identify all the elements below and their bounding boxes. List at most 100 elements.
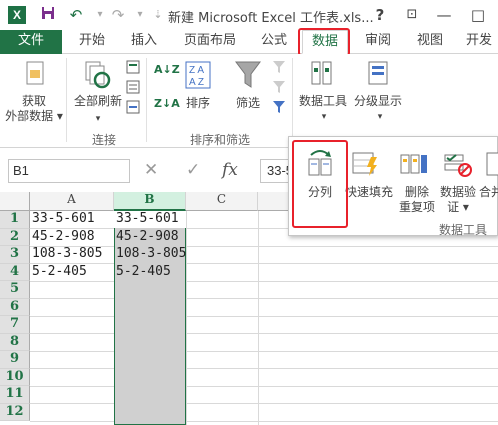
row-header-9[interactable]: 9	[0, 351, 30, 369]
row-header-3[interactable]: 3	[0, 246, 30, 264]
data-tools-dropdown-icon[interactable]: ▾	[316, 110, 332, 125]
edit-links-icon[interactable]	[126, 100, 140, 117]
group-connections-label: 连接	[92, 133, 117, 147]
refresh-all-icon	[84, 60, 112, 93]
cell-a1[interactable]: 33-5-601	[30, 211, 95, 228]
data-validation-label-1: 数据验	[439, 185, 476, 199]
grid-line	[30, 316, 498, 317]
ribbon-data: 获取 外部数据 ▾ 全部刷新 ▾ 连接 A↓Z Z↓A Z AA Z 排序 筛选…	[0, 54, 498, 148]
tab-insert[interactable]: 插入	[124, 30, 164, 54]
cell-b4[interactable]: 5-2-405	[114, 264, 171, 281]
tab-review[interactable]: 审阅	[358, 30, 398, 54]
clear-filter-icon[interactable]	[272, 60, 286, 77]
remove-duplicates-label-1: 删除	[404, 185, 429, 199]
get-external-label-1: 获取	[21, 94, 46, 108]
outline-dropdown-icon[interactable]: ▾	[372, 110, 388, 125]
row-header-12[interactable]: 12	[0, 403, 30, 421]
help-button[interactable]: ?	[368, 4, 392, 26]
outline-button[interactable]: 分级显示	[350, 94, 406, 109]
flash-fill-icon	[351, 151, 379, 180]
sort-icon: Z AA Z	[184, 60, 212, 93]
tab-home[interactable]: 开始	[72, 30, 112, 54]
row-header-4[interactable]: 4	[0, 263, 30, 281]
tab-page-layout[interactable]: 页面布局	[178, 30, 242, 54]
redo-dropdown-icon[interactable]: ▾	[130, 5, 150, 25]
row-header-2[interactable]: 2	[0, 228, 30, 246]
column-header-a[interactable]: A	[30, 192, 114, 211]
filter-button[interactable]: 筛选	[230, 96, 266, 111]
tab-file[interactable]: 文件	[0, 30, 62, 54]
ribbon-separator	[292, 58, 293, 142]
column-header-b[interactable]: B	[114, 192, 186, 211]
grid-line	[30, 368, 498, 369]
properties-icon[interactable]	[126, 80, 140, 97]
connections-icon[interactable]	[126, 60, 140, 77]
group-sort-filter-label: 排序和筛选	[190, 133, 251, 147]
data-validation-button[interactable]: 数据验 证 ▾	[437, 185, 479, 215]
save-icon[interactable]	[38, 5, 58, 25]
text-to-columns-highlight	[292, 140, 348, 228]
minimize-button[interactable]: —	[432, 4, 456, 26]
advanced-filter-icon[interactable]	[272, 100, 286, 117]
row-header-6[interactable]: 6	[0, 298, 30, 316]
grid-line	[258, 211, 259, 425]
sort-button[interactable]: 排序	[180, 96, 216, 111]
cell-b2[interactable]: 45-2-908	[114, 229, 179, 246]
cell-a2[interactable]: 45-2-908	[30, 229, 95, 246]
ribbon-tabs: 文件 开始 插入 页面布局 公式 数据 审阅 视图 开发	[0, 30, 498, 54]
cancel-icon[interactable]: ✕	[144, 160, 158, 180]
data-validation-label-2: 证 ▾	[447, 200, 469, 214]
maximize-button[interactable]: □	[466, 4, 490, 26]
reapply-filter-icon[interactable]	[272, 80, 286, 97]
row-header-11[interactable]: 11	[0, 386, 30, 404]
data-tools-icon	[310, 60, 334, 89]
data-tab-highlight	[298, 28, 350, 56]
cell-a4[interactable]: 5-2-405	[30, 264, 87, 281]
grid-line	[30, 386, 498, 387]
data-validation-icon	[443, 151, 473, 180]
tab-view[interactable]: 视图	[410, 30, 450, 54]
ribbon-separator	[146, 58, 147, 142]
excel-logo-icon: X	[8, 6, 26, 24]
select-all-corner[interactable]	[0, 192, 30, 211]
get-external-data-icon	[24, 60, 48, 91]
row-header-1[interactable]: 1	[0, 211, 30, 229]
title-bar: X ↶ ▾ ↷ ▾ ⇣ 新建 Microsoft Excel 工作表.xls..…	[0, 0, 498, 30]
get-external-data-button[interactable]: 获取 外部数据 ▾	[4, 94, 64, 124]
window-title: 新建 Microsoft Excel 工作表.xls...	[168, 11, 374, 26]
cell-b1[interactable]: 33-5-601	[114, 211, 186, 228]
svg-text:A Z: A Z	[189, 77, 204, 88]
grid-line	[186, 211, 187, 425]
get-external-label-2: 外部数据 ▾	[5, 109, 63, 123]
name-box[interactable]: B1	[8, 159, 130, 183]
refresh-all-button[interactable]: 全部刷新	[70, 94, 126, 109]
sort-za-button[interactable]: Z↓A	[154, 96, 180, 111]
sort-az-button[interactable]: A↓Z	[154, 62, 180, 77]
row-header-8[interactable]: 8	[0, 333, 30, 351]
column-header-c[interactable]: C	[186, 192, 258, 211]
refresh-dropdown-icon[interactable]: ▾	[90, 112, 106, 127]
remove-duplicates-button[interactable]: 删除 重复项	[397, 185, 437, 215]
cell-a3[interactable]: 108-3-805	[30, 246, 102, 263]
undo-icon[interactable]: ↶	[66, 5, 86, 25]
enter-icon[interactable]: ✓	[186, 160, 200, 180]
grid-line	[30, 403, 498, 404]
redo-icon[interactable]: ↷	[108, 5, 128, 25]
insert-function-icon[interactable]: fx	[222, 160, 238, 180]
row-header-5[interactable]: 5	[0, 281, 30, 299]
customize-qat-icon[interactable]: ⇣	[148, 5, 168, 25]
grid-line	[30, 298, 498, 299]
cell-b3[interactable]: 108-3-805	[114, 246, 186, 263]
consolidate-button[interactable]: 合并	[479, 185, 498, 200]
ribbon-display-options-button[interactable]: ⊡	[400, 4, 424, 26]
data-tools-button[interactable]: 数据工具	[296, 94, 350, 109]
tab-formulas[interactable]: 公式	[254, 30, 294, 54]
grid-line	[30, 421, 498, 422]
filter-icon	[234, 60, 262, 93]
consolidate-icon	[485, 151, 498, 180]
row-header-7[interactable]: 7	[0, 316, 30, 334]
undo-dropdown-icon[interactable]: ▾	[90, 5, 110, 25]
row-header-10[interactable]: 10	[0, 368, 30, 386]
tab-developer[interactable]: 开发	[460, 30, 498, 54]
flash-fill-button[interactable]: 快速填充	[341, 185, 397, 200]
